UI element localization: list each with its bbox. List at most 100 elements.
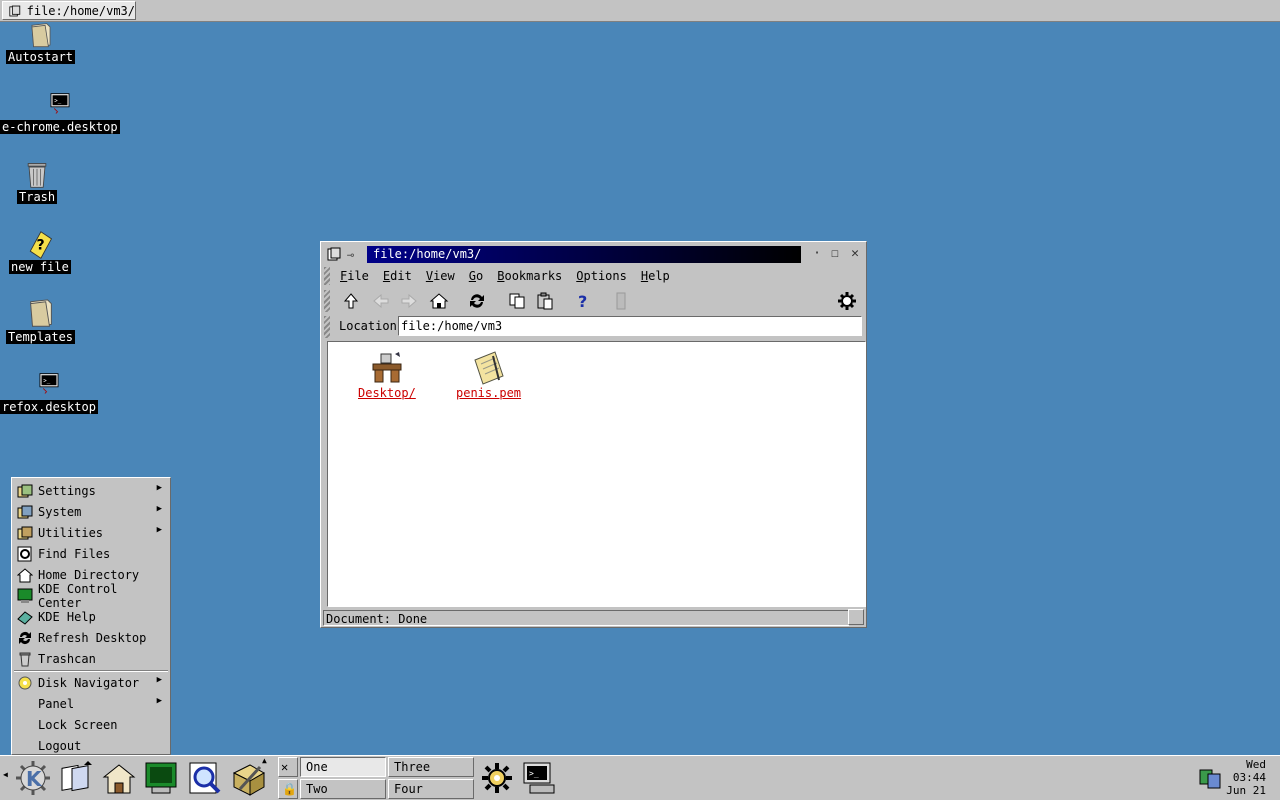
start-menu-item-kde-help[interactable]: KDE Help [14,606,168,627]
start-menu-item-refresh-desktop[interactable]: Refresh Desktop [14,627,168,648]
window-menu-icon[interactable] [327,247,341,261]
desktop-button-four[interactable]: Four [388,779,474,799]
submenu-arrow-icon: ▶ [156,675,162,685]
desktop-icon-trash[interactable]: Trash [17,160,58,204]
file-item-desktop[interactable]: Desktop/ [358,350,416,400]
start-menu-item-label: Find Files [38,546,111,561]
copy-icon[interactable] [507,291,527,311]
svg-text:?: ? [578,292,587,311]
desktop-icon-chrome-desktop[interactable]: >_ e-chrome.desktop [0,92,120,134]
lock-icon[interactable]: 🔒 [278,779,298,799]
utilities-icon [17,526,33,539]
settings-icon [17,484,33,497]
paste-icon[interactable] [535,291,555,311]
desktop-icon-new-file[interactable]: ? new file [9,230,71,274]
kde-start-button[interactable]: K [14,759,52,797]
start-menu-item-disk-navigator[interactable]: Disk Navigator ▶ [14,672,168,693]
desktop-button-two[interactable]: Two [300,779,386,799]
home-icon[interactable] [429,291,449,311]
start-menu-item-utilities[interactable]: Utilities ▶ [14,522,168,543]
start-menu-item-settings[interactable]: Settings ▶ [14,480,168,501]
start-menu: Settings ▶ System ▶ Utilities ▶ Find Files Home… [11,477,171,755]
start-menu-item-label: System [38,504,82,519]
desktop-button-one[interactable]: One [300,757,386,777]
toolbar: ? [335,289,861,313]
menu-label-rest: elp [648,269,670,283]
start-menu-item-label: KDE Help [38,609,96,624]
menu-view[interactable]: View [419,266,462,286]
file-name: Desktop/ [358,386,416,400]
desktop-icon-firefox-desktop[interactable]: >_ refox.desktop [0,372,98,414]
desktop-icon-autostart[interactable]: Autostart [6,22,76,64]
svg-text:>_: >_ [529,769,539,778]
svg-text:?: ? [36,237,44,253]
settings-gear-icon[interactable] [478,759,516,797]
control-center-icon[interactable] [142,759,180,797]
gear-icon[interactable] [837,291,857,311]
forward-arrow-icon[interactable] [399,291,419,311]
home-directory-icon[interactable] [100,759,138,797]
start-menu-item-panel[interactable]: Panel ▶ [14,693,168,714]
taskbar-window-button[interactable]: file:/home/vm3/ [2,1,136,20]
start-menu-item-kde-control-center[interactable]: KDE Control Center [14,582,168,610]
svg-text:>_: >_ [54,99,61,105]
system-icon [17,505,33,518]
kde-help-icon [17,610,33,625]
start-menu-item-trashcan[interactable]: Trashcan [14,648,168,669]
minimize-button[interactable]: · [809,246,825,262]
resize-grip[interactable] [848,609,864,625]
status-bar: Document: Done [323,610,849,626]
file-view[interactable]: Desktop/ penis.pem [327,341,866,607]
help-icon[interactable]: ? [573,291,593,311]
locationbar-handle[interactable] [324,316,330,338]
desktop-icon-templates[interactable]: Templates [6,298,76,344]
menubar: File Edit View Go Bookmarks Options Help [333,266,677,286]
file-item-pem[interactable]: penis.pem [456,350,521,400]
start-menu-item-label: Panel [38,696,75,711]
menu-label-rest: iew [433,269,455,283]
submenu-arrow-icon: ▶ [156,525,162,535]
find-icon [17,546,32,561]
menu-help[interactable]: Help [634,266,677,286]
maximize-button[interactable]: ☐ [827,246,843,262]
window-titlebar[interactable]: ⊸ file:/home/vm3/ · ☐ ✕ [325,245,862,265]
trash-icon [27,163,47,188]
blank-icon [17,738,33,754]
desktop-button-three[interactable]: Three [388,757,474,777]
close-button[interactable]: ✕ [847,246,863,262]
sticky-pin-icon[interactable]: ⊸ [347,248,354,262]
back-arrow-icon[interactable] [371,291,391,311]
terminal-icon: >_ [39,373,59,394]
location-input[interactable] [398,316,862,336]
bottom-panel: ◀ K ▲ ✕ 🔒 One Two Three Four >_ Wed 03:4… [0,755,1280,800]
start-menu-item-system[interactable]: System ▶ [14,501,168,522]
start-menu-item-find-files[interactable]: Find Files [14,543,168,564]
start-menu-item-label: Lock Screen [38,717,118,732]
find-files-icon[interactable] [186,759,224,797]
network-status-icon[interactable] [1198,764,1222,792]
start-menu-item-label: Trashcan [38,651,96,666]
stop-icon[interactable] [611,291,631,311]
submenu-arrow-icon: ▶ [156,696,162,706]
terminal-icon[interactable]: >_ [520,759,558,797]
start-menu-item-lock-screen[interactable]: Lock Screen [14,714,168,735]
menu-bookmarks[interactable]: Bookmarks [490,266,569,286]
menu-label-rest: ile [347,269,369,283]
start-menu-item-logout[interactable]: Logout [14,735,168,756]
toolbar-handle[interactable] [324,290,330,312]
up-arrow-icon[interactable] [341,291,361,311]
menubar-handle[interactable] [324,267,330,285]
clock[interactable]: Wed 03:44 Jun 21 [1226,758,1266,797]
menu-edit[interactable]: Edit [376,266,419,286]
panel-arrow-icon[interactable]: ▲ [262,756,267,765]
menu-options[interactable]: Options [569,266,634,286]
menu-file[interactable]: File [333,266,376,286]
menu-go[interactable]: Go [462,266,490,286]
window-list-icon[interactable] [58,759,96,797]
panel-hide-arrow-icon[interactable]: ◀ [3,770,8,779]
folder-icon [31,23,50,48]
reload-icon[interactable] [467,291,487,311]
close-icon[interactable]: ✕ [278,757,298,777]
desktop-icon-label: e-chrome.desktop [0,120,120,134]
submenu-arrow-icon: ▶ [156,504,162,514]
